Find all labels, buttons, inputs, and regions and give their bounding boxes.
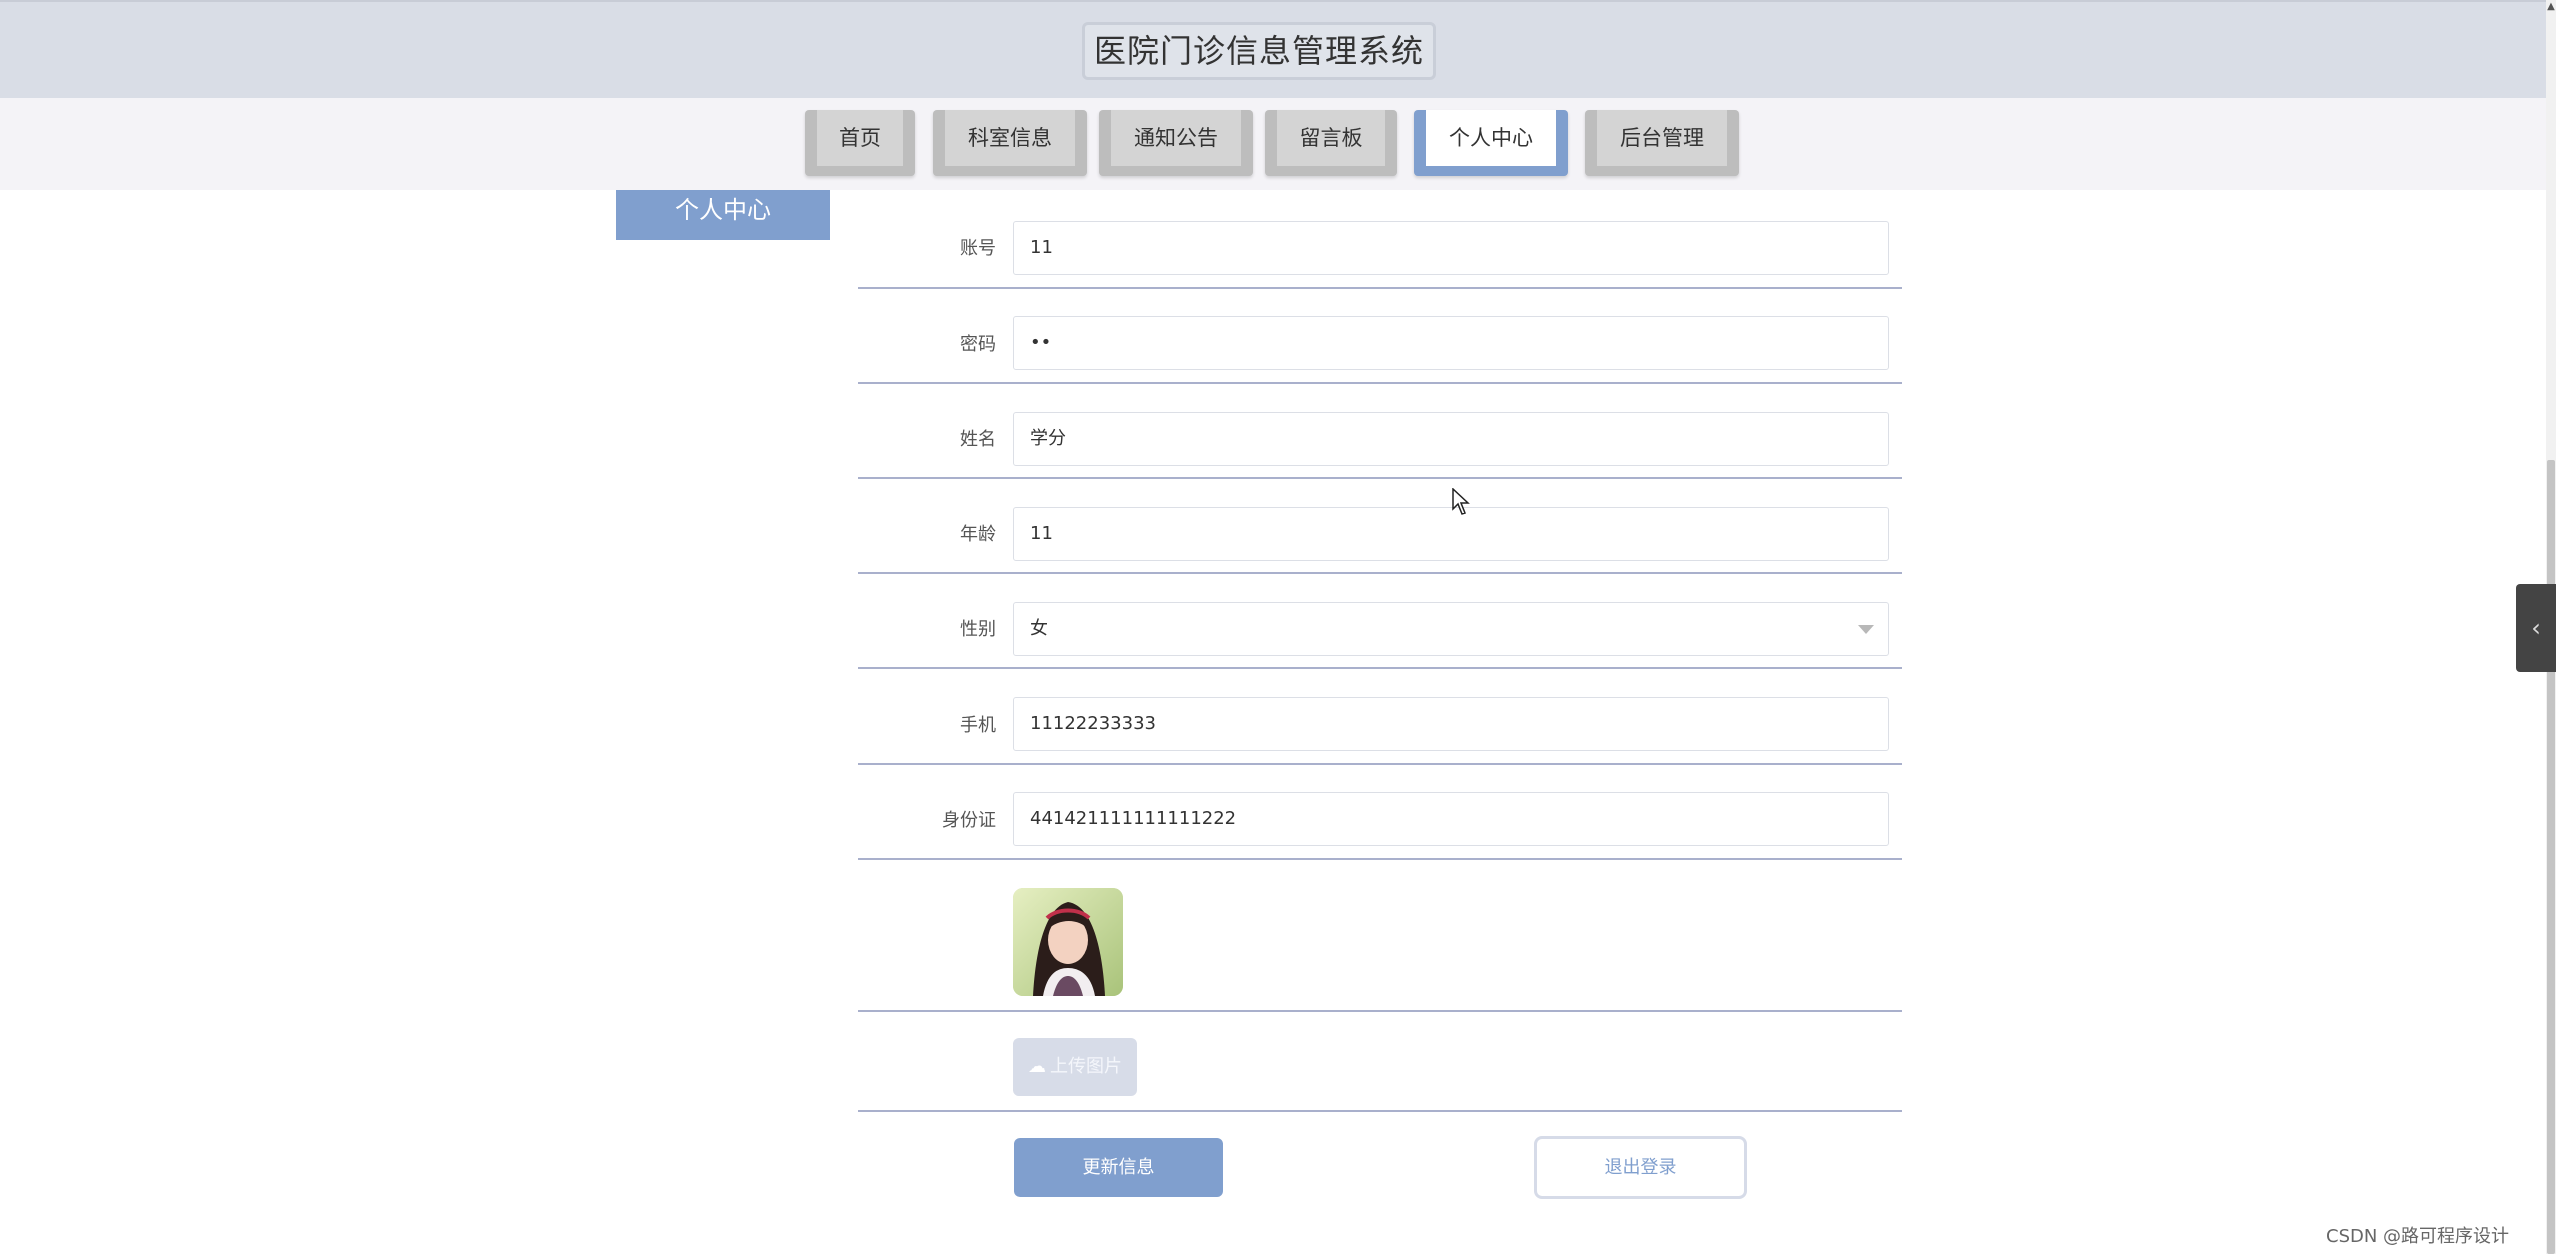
site-title: 医院门诊信息管理系统: [1082, 22, 1436, 80]
phone-field[interactable]: 11122233333: [1013, 697, 1889, 751]
page: 医院门诊信息管理系统 首页 科室信息 通知公告 留言板 个人中心 后台管理 个人…: [0, 0, 2556, 1254]
nav-tab-label: 个人中心: [1426, 110, 1556, 166]
nav-tab-label: 首页: [817, 110, 903, 166]
id-card-field[interactable]: 441421111111111222: [1013, 792, 1889, 846]
nav-tab-admin[interactable]: 后台管理: [1585, 110, 1739, 176]
logout-button[interactable]: 退出登录: [1534, 1136, 1747, 1199]
mouse-cursor-icon: [1452, 488, 1470, 515]
row-divider: [858, 1010, 1902, 1012]
chevron-down-icon: [1858, 625, 1874, 634]
password-label: 密码: [960, 334, 996, 355]
row-divider: [858, 667, 1902, 669]
age-field[interactable]: 11: [1013, 507, 1889, 561]
sidebar-item-personal-center[interactable]: 个人中心: [616, 190, 830, 240]
age-label: 年龄: [960, 524, 996, 545]
gender-select-value: 女: [1030, 618, 1048, 639]
gender-label: 性别: [960, 619, 996, 640]
update-info-button[interactable]: 更新信息: [1014, 1138, 1223, 1197]
row-divider: [858, 287, 1902, 289]
password-field[interactable]: ••: [1013, 316, 1889, 370]
scroll-thumb[interactable]: [2547, 460, 2555, 1254]
phone-label: 手机: [960, 715, 996, 736]
avatar: [1013, 888, 1123, 996]
nav-tab-home[interactable]: 首页: [805, 110, 915, 176]
gender-select[interactable]: 女: [1013, 602, 1889, 656]
nav-tab-label: 留言板: [1277, 110, 1385, 166]
row-divider: [858, 858, 1902, 860]
nav-tab-label: 后台管理: [1597, 110, 1727, 166]
upload-image-button[interactable]: ☁ 上传图片: [1013, 1038, 1137, 1096]
account-field[interactable]: 11: [1013, 221, 1889, 275]
cloud-upload-icon: ☁: [1028, 1056, 1046, 1077]
nav-tab-personal-center[interactable]: 个人中心: [1414, 110, 1568, 176]
name-label: 姓名: [960, 429, 996, 450]
header: 医院门诊信息管理系统: [0, 0, 2548, 98]
row-divider: [858, 477, 1902, 479]
nav-tab-label: 通知公告: [1111, 110, 1241, 166]
main-nav: 首页 科室信息 通知公告 留言板 个人中心 后台管理: [0, 98, 2548, 190]
nav-tab-departments[interactable]: 科室信息: [933, 110, 1087, 176]
chevron-left-icon: ‹: [2531, 614, 2541, 642]
row-divider: [858, 572, 1902, 574]
row-divider: [858, 382, 1902, 384]
row-divider: [858, 763, 1902, 765]
avatar-image: [1013, 888, 1123, 996]
nav-tab-message-board[interactable]: 留言板: [1265, 110, 1397, 176]
upload-button-label: 上传图片: [1050, 1056, 1122, 1077]
name-field[interactable]: 学分: [1013, 412, 1889, 466]
watermark: CSDN @路可程序设计: [2326, 1226, 2510, 1247]
scroll-up-arrow-icon[interactable]: ▲: [2546, 0, 2556, 14]
row-divider: [858, 1110, 1902, 1112]
id-card-label: 身份证: [942, 810, 996, 831]
account-label: 账号: [960, 238, 996, 259]
collapse-panel-button[interactable]: ‹: [2516, 584, 2556, 672]
nav-tab-label: 科室信息: [945, 110, 1075, 166]
nav-tab-notices[interactable]: 通知公告: [1099, 110, 1253, 176]
